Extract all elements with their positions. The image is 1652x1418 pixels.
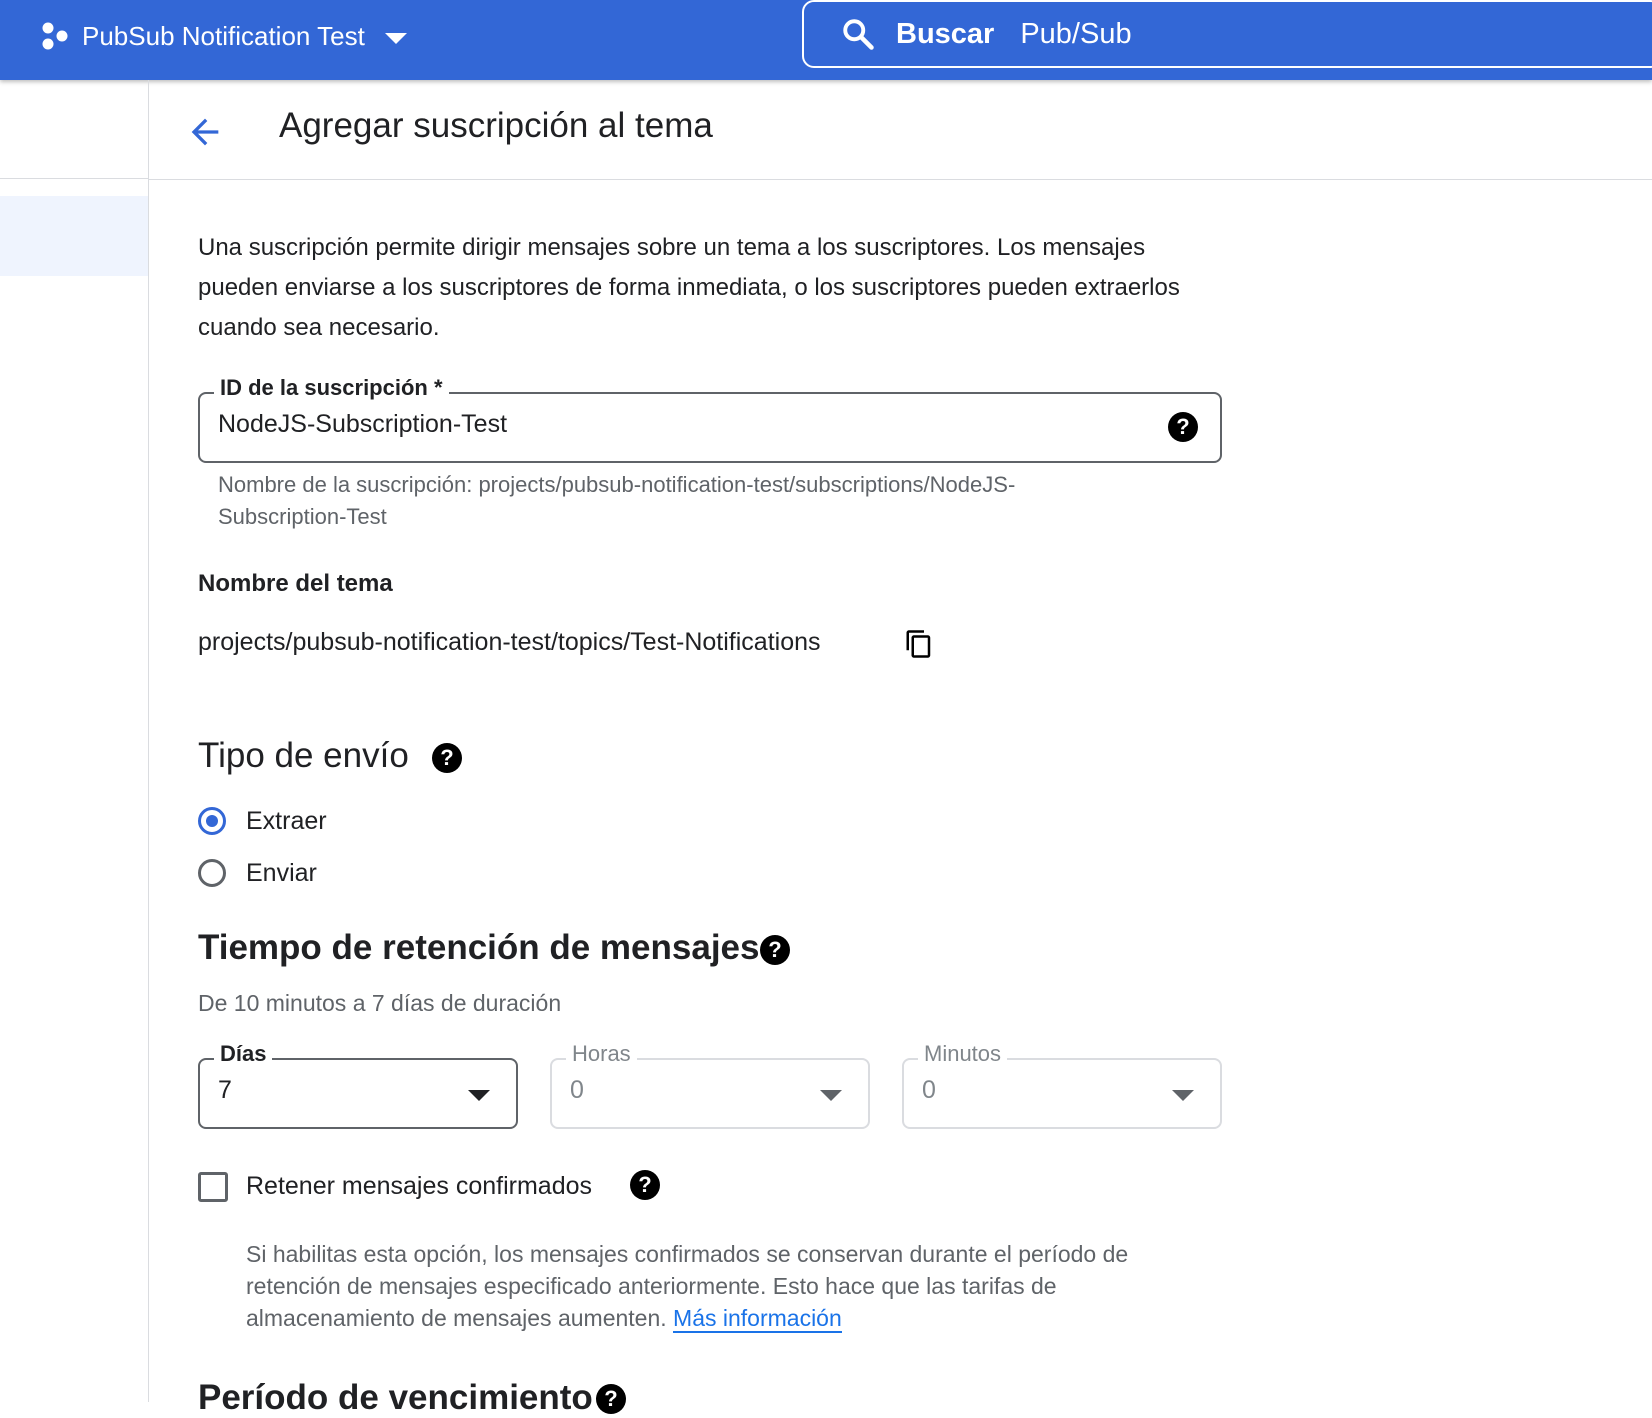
help-icon[interactable]: ?: [432, 743, 462, 773]
nav-divider: [0, 178, 148, 179]
radio-enviar[interactable]: [198, 859, 226, 887]
dropdown-arrow-icon: [468, 1090, 490, 1101]
project-selector[interactable]: PubSub Notification Test: [40, 14, 407, 58]
page-description: Una suscripción permite dirigir mensajes…: [198, 234, 1180, 341]
subscription-id-label: ID de la suscripción *: [214, 375, 449, 401]
chevron-down-icon: [384, 32, 407, 44]
hint-line: Nombre de la suscripción: projects/pubsu…: [218, 472, 1016, 497]
minutes-label: Minutos: [918, 1041, 1008, 1067]
page-title: Agregar suscripción al tema: [279, 106, 713, 145]
hours-value: 0: [570, 1076, 584, 1104]
help-icon[interactable]: ?: [596, 1384, 626, 1414]
subscription-id-input[interactable]: NodeJS-Subscription-Test: [218, 410, 507, 439]
radio-enviar-label: Enviar: [246, 859, 317, 887]
retain-acked-label: Retener mensajes confirmados: [246, 1172, 592, 1200]
dropdown-arrow-icon: [1172, 1090, 1194, 1101]
search-bar[interactable]: Buscar Pub/Sub: [802, 0, 1652, 68]
days-label: Días: [214, 1041, 273, 1067]
days-select[interactable]: Días 7: [198, 1041, 518, 1129]
retention-heading: Tiempo de retención de mensajes: [198, 928, 760, 967]
help-icon[interactable]: ?: [1168, 412, 1198, 442]
dropdown-arrow-icon: [820, 1090, 842, 1101]
copy-icon[interactable]: [904, 628, 934, 660]
subscription-name-hint: Nombre de la suscripción: projects/pubsu…: [218, 469, 1118, 533]
help-icon[interactable]: ?: [760, 935, 790, 965]
hours-label: Horas: [566, 1041, 637, 1067]
subscription-id-field[interactable]: ID de la suscripción * NodeJS-Subscripti…: [198, 375, 1222, 463]
days-value: 7: [218, 1076, 232, 1104]
search-icon: [843, 19, 874, 50]
search-scope: Pub/Sub: [1020, 17, 1132, 50]
minutes-value: 0: [922, 1076, 936, 1104]
retain-acked-checkbox[interactable]: [198, 1172, 228, 1202]
project-hexagon-icon: [42, 22, 68, 50]
top-app-bar: PubSub Notification Test Buscar Pub/Sub: [0, 0, 1652, 80]
radio-extraer[interactable]: [198, 807, 226, 835]
minutes-select[interactable]: Minutos 0: [902, 1041, 1222, 1129]
left-nav: [0, 80, 149, 1402]
hours-select[interactable]: Horas 0: [550, 1041, 870, 1129]
search-button-label: Buscar: [896, 17, 995, 50]
hint-line: Subscription-Test: [218, 504, 387, 529]
topic-name-value: projects/pubsub-notification-test/topics…: [198, 628, 821, 656]
topic-name-label: Nombre del tema: [198, 570, 393, 597]
retention-subtitle: De 10 minutos a 7 días de duración: [198, 990, 562, 1016]
nav-selected-item[interactable]: [0, 196, 148, 276]
delivery-type-heading: Tipo de envío: [198, 736, 409, 775]
back-arrow-icon[interactable]: [185, 112, 225, 152]
project-name: PubSub Notification Test: [82, 20, 365, 51]
expiration-heading: Período de vencimiento: [198, 1378, 593, 1417]
help-icon[interactable]: ?: [630, 1170, 660, 1200]
more-info-link[interactable]: Más información: [673, 1305, 842, 1333]
retain-acked-hint: Si habilitas esta opción, los mensajes c…: [246, 1238, 1206, 1334]
page-header: Agregar suscripción al tema: [149, 80, 1652, 180]
radio-extraer-label: Extraer: [246, 807, 327, 835]
